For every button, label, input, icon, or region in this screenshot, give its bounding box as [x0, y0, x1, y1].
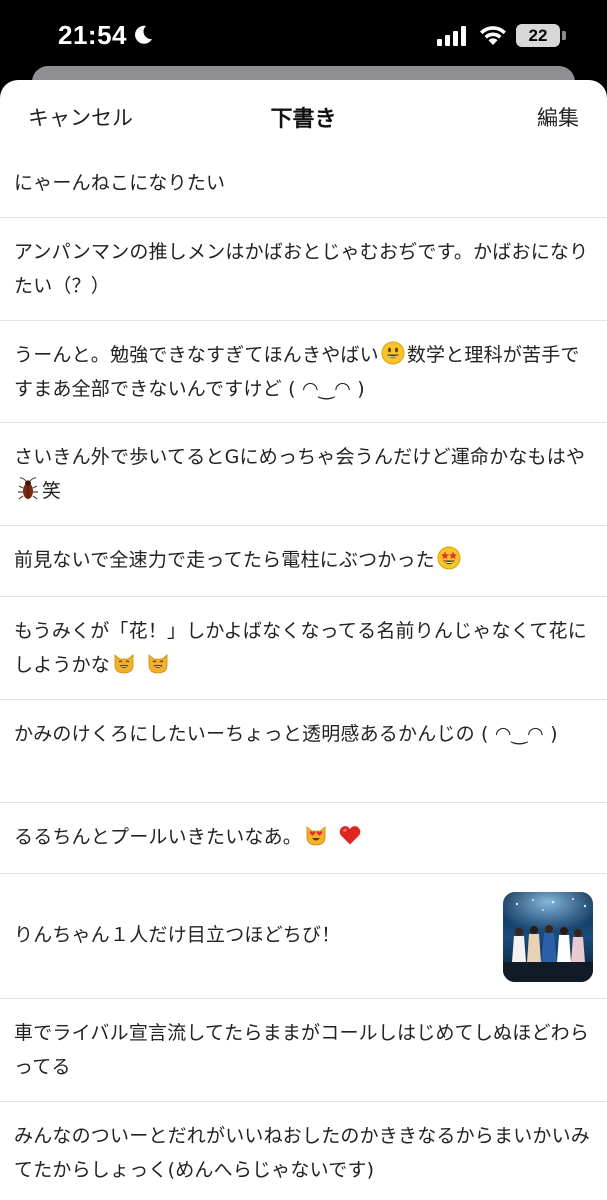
draft-item[interactable]: 前見ないで全速力で走ってたら電柱にぶつかった [0, 526, 607, 597]
cockroach-emoji [18, 477, 38, 500]
wifi-icon [480, 26, 506, 45]
draft-item[interactable]: さいきん外で歩いてるとGにめっちゃ会うんだけど運命かなもはや笑 [0, 423, 607, 526]
heart-eyes-cat-emoji [306, 826, 326, 846]
draft-item[interactable]: 車でライバル宣言流してたらままがコールしはじめてしぬほどわらってる [0, 999, 607, 1102]
draft-text: 車でライバル宣言流してたらままがコールしはじめてしぬほどわらってる [14, 1022, 590, 1078]
draft-text: アンパンマンの推しメンはかばおとじゃむおぢです。かばおになりたい（？） [14, 241, 589, 297]
smiley-emoji [381, 341, 405, 365]
nav-bar: キャンセル 下書き 編集 [0, 80, 607, 154]
page-title: 下書き [270, 107, 337, 132]
draft-item[interactable]: かみのけくろにしたいーちょっと透明感あるかんじの ( ◠‿◠ ) [0, 700, 607, 803]
draft-item[interactable]: にゃーんねこになりたい [0, 154, 607, 218]
draft-text-part: さいきん外で歩いてるとGにめっちゃ会うんだけど運命かなもはや [14, 446, 586, 468]
draft-text: かみのけくろにしたいーちょっと透明感あるかんじの ( ◠‿◠ ) [14, 723, 558, 745]
smiling-cat-emoji [148, 654, 168, 674]
status-time: 21:54 [58, 20, 127, 50]
concert-photo [503, 892, 593, 982]
draft-text: うーんと。勉強できなすぎてほんきやばい 数学と理科が苦手ですまあ全部できないんです… [14, 338, 591, 406]
draft-text-part: うーんと。勉強できなすぎてほんきやばい [14, 344, 379, 366]
draft-text: るるちんとプールいきたいなあ。 [14, 820, 591, 854]
draft-text: 前見ないで全速力で走ってたら電柱にぶつかった [14, 543, 591, 577]
draft-text: さいきん外で歩いてるとGにめっちゃ会うんだけど運命かなもはや笑 [14, 440, 591, 508]
status-bar: 21:54 22 [0, 0, 607, 72]
draft-item[interactable]: みんなのついーとだれがいいねおしたのかききなるからまいかいみてたからしょっく(め… [0, 1102, 607, 1200]
moon-icon [135, 25, 152, 44]
draft-text-part: 前見ないで全速力で走ってたら電柱にぶつかった [14, 549, 435, 571]
draft-list: にゃーんねこになりたい アンパンマンの推しメンはかばおとじゃむおぢです。かばおに… [0, 154, 607, 1200]
draft-item[interactable]: アンパンマンの推しメンはかばおとじゃむおぢです。かばおになりたい（？） [0, 218, 607, 321]
drafts-sheet: キャンセル 下書き 編集 にゃーんねこになりたい アンパンマンの推しメンはかばお… [0, 80, 607, 1200]
battery-tip [562, 31, 566, 40]
red-heart-emoji [339, 826, 361, 845]
smiling-cat-emoji [114, 654, 134, 674]
draft-text: にゃーんねこになりたい [14, 172, 226, 194]
draft-text: みんなのついーとだれがいいねおしたのかききなるからまいかいみてたからしょっく(め… [14, 1125, 591, 1181]
draft-item[interactable]: りんちゃん１人だけ目立つほどちび！ [0, 874, 607, 999]
draft-item[interactable]: うーんと。勉強できなすぎてほんきやばい 数学と理科が苦手ですまあ全部できないんです… [0, 321, 607, 423]
signal-icon [437, 26, 466, 46]
draft-text: もうみくが「花！」しかよばなくなってる名前りんじゃなくて花にしようかな [14, 614, 591, 682]
app-root: 21:54 22 キャンセル 下書き 編集 にゃーんねこになりたい アンパンマン… [0, 0, 607, 1200]
draft-item[interactable]: もうみくが「花！」しかよばなくなってる名前りんじゃなくて花にしようかな [0, 597, 607, 700]
draft-text-part: もうみくが「花！」しかよばなくなってる名前りんじゃなくて花にしようかな [14, 620, 587, 676]
edit-button[interactable]: 編集 [537, 102, 579, 132]
draft-text-part: るるちんとプールいきたいなあ。 [14, 826, 303, 848]
draft-text-part: 笑 [42, 480, 62, 502]
draft-photo-thumbnail[interactable] [503, 892, 593, 982]
star-struck-emoji [437, 546, 461, 570]
battery-icon: 22 [516, 24, 560, 47]
draft-item[interactable]: るるちんとプールいきたいなあ。 [0, 803, 607, 874]
